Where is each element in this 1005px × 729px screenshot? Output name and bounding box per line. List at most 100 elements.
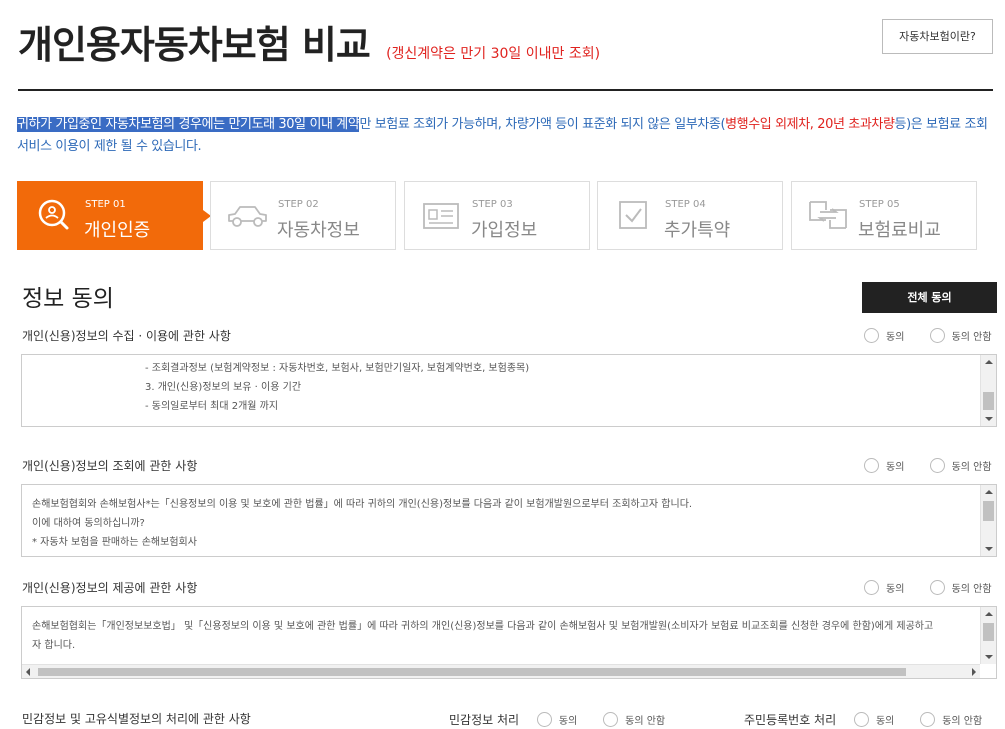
radio-circle: [536, 712, 552, 727]
consent-inquiry-textbox[interactable]: 손해보험협회와 손해보험사*는「신용정보의 이용 및 보호에 관한 법률」에 따…: [21, 484, 997, 557]
consent-line: * 자동차 보험을 판매하는 손해보험회사: [32, 537, 197, 548]
resident-number-processing: 주민등록번호 처리 동의 동의 안함: [744, 711, 982, 728]
horizontal-scrollbar[interactable]: [22, 664, 980, 678]
notice-restricted-vehicles: 병행수입 외제차, 20년 초과차량: [725, 117, 895, 132]
agree-label: 동의: [886, 462, 905, 473]
disagree-label: 동의 안함: [951, 462, 992, 473]
scroll-thumb[interactable]: [983, 392, 994, 410]
consent-line: 3. 개인(신용)정보의 보유 · 이용 기간: [145, 382, 302, 393]
sensitive-info-agree-radio[interactable]: 동의: [536, 712, 578, 727]
title-divider: [18, 89, 993, 91]
car-icon: [228, 206, 267, 227]
consent-provision-text: 손해보험협회는「개인정보보호법」 및「신용정보의 이용 및 보호에 관한 법률」…: [32, 617, 933, 655]
scroll-left-arrow-icon[interactable]: [26, 668, 30, 676]
consent-provision-options: 동의 동의 안함: [864, 580, 992, 595]
consent-inquiry-label: 개인(신용)정보의 조회에 관한 사항: [22, 459, 198, 473]
page-title-text: 개인용자동차보험 비교: [18, 23, 371, 67]
consent-provision-agree-radio[interactable]: 동의: [864, 580, 904, 595]
step-progress: STEP 01 개인인증 STEP 02 자동차정보 STEP 03 가입정보 …: [17, 181, 977, 250]
checkbox-icon: [619, 201, 647, 229]
sensitive-info-disagree-radio[interactable]: 동의 안함: [603, 712, 665, 727]
step-4-number: STEP 04: [665, 199, 706, 210]
notice-part1: 만 보험료 조회가 가능하며, 차량가액 등이 표준화 되지 않은 일부차종(: [359, 117, 726, 132]
notice-text: 귀하가 가입중인 자동차보험의 경우에는 만기도래 30일 이내 계약만 보험료…: [17, 114, 992, 158]
scroll-thumb[interactable]: [983, 623, 994, 641]
step-4: STEP 04 추가특약: [597, 181, 783, 250]
disagree-label: 동의 안함: [942, 716, 983, 727]
step-5-label: 보험료비교: [858, 220, 941, 241]
search-person-icon: [38, 199, 69, 230]
radio-circle: [929, 580, 945, 595]
consent-provision-disagree-radio[interactable]: 동의 안함: [929, 580, 992, 595]
step-2: STEP 02 자동차정보: [210, 181, 396, 250]
disagree-label: 동의 안함: [951, 332, 992, 343]
sensitive-info-processing: 민감정보 처리 동의 동의 안함: [449, 711, 665, 728]
consent-collection-agree-radio[interactable]: 동의: [864, 328, 904, 343]
agree-all-button[interactable]: 전체 동의: [862, 282, 997, 313]
about-car-insurance-button[interactable]: 자동차보험이란?: [882, 19, 993, 54]
agree-label: 동의: [886, 584, 905, 595]
agree-label: 동의: [875, 716, 895, 727]
consent-inquiry-disagree-radio[interactable]: 동의 안함: [929, 458, 992, 473]
step-5-number: STEP 05: [859, 199, 900, 210]
vertical-scrollbar[interactable]: [980, 485, 996, 556]
scroll-right-arrow-icon[interactable]: [972, 668, 976, 676]
vertical-scrollbar[interactable]: [980, 355, 996, 426]
sensitive-info-label: 민감정보 처리: [449, 713, 520, 727]
resident-number-label: 주민등록번호 처리: [744, 713, 837, 727]
consent-provision-textbox[interactable]: 손해보험협회는「개인정보보호법」 및「신용정보의 이용 및 보호에 관한 법률」…: [21, 606, 997, 679]
radio-circle: [929, 458, 945, 473]
consent-sensitive-info-label: 민감정보 및 고유식별정보의 처리에 관한 사항: [22, 712, 251, 726]
radio-circle: [864, 328, 879, 343]
radio-circle: [920, 712, 936, 727]
agree-label: 동의: [558, 716, 578, 727]
consent-collection-disagree-radio[interactable]: 동의 안함: [929, 328, 992, 343]
step-1-label: 개인인증: [84, 220, 151, 241]
consent-line: - 동의일로부터 최대 2개월 까지: [145, 401, 279, 412]
scroll-thumb[interactable]: [38, 668, 906, 676]
scroll-up-arrow-icon[interactable]: [985, 490, 993, 494]
consent-collection-textbox[interactable]: - 조회결과정보 (보험계약정보 : 자동차번호, 보험사, 보험만기일자, 보…: [21, 354, 997, 427]
consent-line: - 조회결과정보 (보험계약정보 : 자동차번호, 보험사, 보험만기일자, 보…: [145, 363, 530, 374]
scroll-down-arrow-icon[interactable]: [985, 655, 993, 659]
consent-inquiry-text: 손해보험협회와 손해보험사*는「신용정보의 이용 및 보호에 관한 법률」에 따…: [32, 495, 692, 552]
scroll-up-arrow-icon[interactable]: [985, 360, 993, 364]
compare-arrows-icon: [809, 201, 847, 229]
step-4-label: 추가특약: [664, 220, 731, 241]
consent-inquiry-agree-radio[interactable]: 동의: [864, 458, 904, 473]
consent-provision-label: 개인(신용)정보의 제공에 관한 사항: [22, 581, 198, 595]
radio-circle: [864, 580, 879, 595]
step-2-number: STEP 02: [278, 199, 319, 210]
consent-line: 손해보험협회와 손해보험사*는「신용정보의 이용 및 보호에 관한 법률」에 따…: [32, 499, 693, 510]
scroll-down-arrow-icon[interactable]: [985, 417, 993, 421]
radio-circle: [853, 712, 869, 727]
step-3-label: 가입정보: [471, 220, 538, 241]
disagree-label: 동의 안함: [625, 716, 666, 727]
radio-circle: [603, 712, 619, 727]
scroll-thumb[interactable]: [983, 501, 994, 521]
resident-number-disagree-radio[interactable]: 동의 안함: [920, 712, 982, 727]
resident-number-agree-radio[interactable]: 동의: [853, 712, 895, 727]
step-3: STEP 03 가입정보: [404, 181, 590, 250]
consent-collection-options: 동의 동의 안함: [864, 328, 992, 343]
id-card-icon: [423, 203, 459, 229]
radio-circle: [864, 458, 879, 473]
consent-line: 손해보험협회는「개인정보보호법」 및「신용정보의 이용 및 보호에 관한 법률」…: [32, 621, 934, 632]
scroll-up-arrow-icon[interactable]: [985, 612, 993, 616]
radio-circle: [929, 328, 945, 343]
vertical-scrollbar[interactable]: [980, 607, 996, 664]
step-3-number: STEP 03: [472, 199, 513, 210]
step-1-number: STEP 01: [85, 199, 126, 210]
consent-collection-text: - 조회결과정보 (보험계약정보 : 자동차번호, 보험사, 보험만기일자, 보…: [145, 359, 529, 416]
consent-section-title: 정보 동의: [22, 286, 114, 312]
page-title: 개인용자동차보험 비교 (갱신계약은 만기 30일 이내만 조회): [18, 14, 600, 69]
step-5: STEP 05 보험료비교: [791, 181, 977, 250]
agree-label: 동의: [886, 332, 905, 343]
notice-highlight: 귀하가 가입중인 자동차보험의 경우에는 만기도래 30일 이내 계약: [17, 117, 360, 132]
scroll-down-arrow-icon[interactable]: [985, 547, 993, 551]
consent-collection-label: 개인(신용)정보의 수집 · 이용에 관한 사항: [22, 329, 231, 343]
consent-line: 이에 대하여 동의하십니까?: [32, 518, 145, 529]
consent-line: 자 합니다.: [32, 640, 76, 651]
step-2-label: 자동차정보: [277, 220, 360, 241]
step-1: STEP 01 개인인증: [17, 181, 211, 250]
